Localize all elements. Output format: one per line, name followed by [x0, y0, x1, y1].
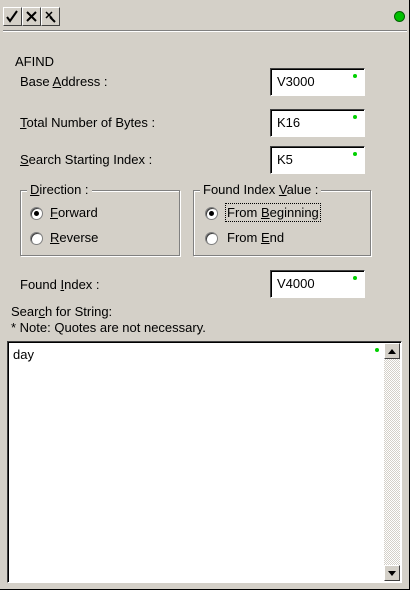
reverse-label-post: everse — [59, 230, 99, 245]
base-address-label-post: ddress : — [61, 74, 108, 89]
from-beginning-radio[interactable] — [205, 207, 218, 220]
base-address-label-key: A — [52, 74, 62, 89]
arrow-up-icon — [388, 348, 396, 354]
cancel-icon — [26, 11, 37, 22]
valid-indicator-icon — [353, 74, 357, 78]
search-string-label-post: h for String: — [44, 304, 113, 319]
valid-indicator-icon — [353, 276, 357, 280]
valid-indicator-icon — [375, 348, 379, 352]
found-value-legend-key: V — [278, 182, 287, 197]
from-end-radio[interactable] — [205, 232, 218, 245]
found-index-label: Found Index : — [20, 277, 100, 292]
status-indicator-icon — [394, 11, 405, 22]
scroll-down-button[interactable] — [384, 565, 400, 581]
start-index-label-post: earch Starting Index : — [28, 152, 153, 167]
forward-label-post: orward — [57, 205, 98, 220]
search-string-label: Search for String: — [11, 304, 112, 319]
help-icon — [45, 11, 56, 23]
forward-radio[interactable] — [30, 207, 43, 220]
direction-legend-post: irection : — [39, 182, 89, 197]
direction-group: Direction : Forward Reverse — [20, 182, 180, 256]
search-string-label-pre: Sear — [11, 304, 39, 319]
found-index-field[interactable]: V4000 — [270, 270, 365, 298]
forward-label[interactable]: Forward — [50, 205, 98, 220]
dialog-frame: AFIND Base Address : V3000 Total Number … — [0, 0, 410, 590]
scroll-up-button[interactable] — [384, 343, 400, 359]
vertical-scrollbar[interactable] — [384, 343, 400, 581]
search-string-value: day — [13, 347, 34, 362]
from-beginning-label-pre: From — [227, 205, 261, 220]
total-bytes-field[interactable]: K16 — [270, 109, 365, 137]
valid-indicator-icon — [353, 152, 357, 156]
valid-indicator-icon — [353, 115, 357, 119]
search-string-textarea[interactable]: day — [7, 341, 402, 583]
cancel-button[interactable] — [22, 7, 41, 26]
direction-legend-key: D — [30, 182, 40, 197]
found-value-legend: Found Index Value : — [200, 182, 322, 197]
found-index-label-pre: Found — [20, 277, 61, 292]
start-index-label: Search Starting Index : — [20, 152, 152, 167]
start-index-field[interactable]: K5 — [270, 146, 365, 174]
start-index-label-key: S — [20, 152, 29, 167]
found-value-legend-pre: Found Index — [203, 182, 279, 197]
from-beginning-label[interactable]: From Beginning — [225, 203, 321, 222]
found-index-value: V4000 — [277, 276, 315, 291]
from-end-label-pre: From — [227, 230, 261, 245]
total-bytes-label-post: otal Number of Bytes : — [26, 115, 156, 130]
section-title: AFIND — [15, 54, 54, 69]
base-address-label-pre: Base — [20, 74, 53, 89]
base-address-value: V3000 — [277, 74, 315, 89]
from-beginning-label-key: B — [260, 205, 270, 220]
from-beginning-label-post: eginning — [269, 205, 319, 220]
forward-label-key: F — [50, 205, 58, 220]
toolbar — [3, 3, 407, 29]
base-address-label: Base Address : — [20, 74, 107, 89]
start-index-value: K5 — [277, 152, 293, 167]
ok-button[interactable] — [3, 7, 22, 26]
direction-legend: Direction : — [27, 182, 92, 197]
help-button[interactable] — [41, 7, 60, 26]
total-bytes-value: K16 — [277, 115, 301, 130]
from-end-label-key: E — [260, 230, 270, 245]
toolbar-separator — [3, 30, 407, 32]
found-index-value-group: Found Index Value : From Beginning From … — [193, 182, 371, 256]
found-value-legend-post: alue : — [286, 182, 319, 197]
reverse-label-key: R — [50, 230, 60, 245]
from-end-label-post: nd — [269, 230, 285, 245]
total-bytes-label: Total Number of Bytes : — [20, 115, 155, 130]
arrow-down-icon — [388, 570, 396, 576]
base-address-field[interactable]: V3000 — [270, 68, 365, 96]
reverse-radio[interactable] — [30, 232, 43, 245]
quotes-note: * Note: Quotes are not necessary. — [11, 320, 206, 335]
found-index-label-post: ndex : — [64, 277, 100, 292]
reverse-label[interactable]: Reverse — [50, 230, 98, 245]
check-icon — [6, 10, 18, 23]
from-end-label[interactable]: From End — [227, 230, 284, 245]
